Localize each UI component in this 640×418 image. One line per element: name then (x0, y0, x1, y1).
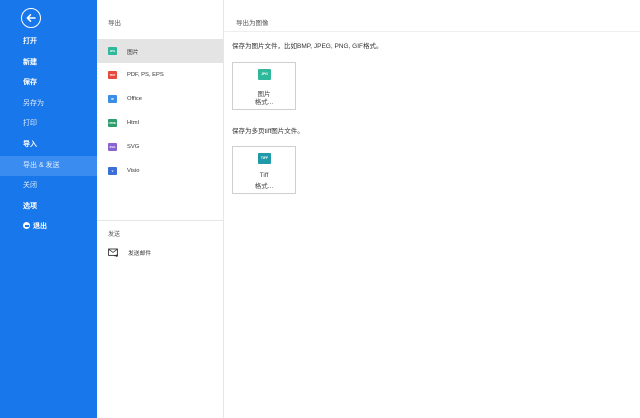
back-arrow-icon[interactable] (21, 8, 41, 28)
menu-item-new[interactable]: 新建 (0, 53, 97, 74)
menu-item-label: 导入 (23, 140, 37, 148)
export-item-image[interactable]: JPG 图片 (97, 39, 223, 63)
divider (224, 31, 640, 32)
export-item-label: Html (127, 120, 139, 126)
export-item-svg[interactable]: SVG SVG (97, 135, 223, 159)
export-item-html[interactable]: HTML Html (97, 111, 223, 135)
export-item-label: PDF, PS, EPS (127, 72, 164, 78)
visio-file-icon: V (108, 167, 117, 175)
card-subtitle: 格式... (254, 99, 274, 106)
menu-item-label: 保存 (23, 79, 37, 87)
menu-item-label: 新建 (23, 58, 37, 66)
export-image-heading: 导出为图像 (236, 20, 269, 27)
card-subtitle: 格式... (254, 183, 274, 190)
tiff-format-description: 保存为多页tiff图片文件。 (232, 128, 304, 135)
export-item-label: 图片 (127, 49, 139, 56)
export-item-label: SVG (127, 144, 140, 150)
export-item-label: Office (127, 96, 143, 102)
menu-item-export-send[interactable]: 导出 & 发送 (0, 155, 97, 177)
menu-item-label: 选项 (23, 202, 37, 210)
jpg-file-icon: JPG (258, 69, 271, 80)
menu-item-save[interactable]: 保存 (0, 73, 97, 94)
menu-item-label: 另存为 (23, 99, 44, 107)
divider (97, 220, 223, 221)
export-item-label: Visio (127, 168, 140, 174)
menu-item-print[interactable]: 打印 (0, 114, 97, 135)
export-format-list: JPG 图片 PDF PDF, PS, EPS W Office HTML Ht… (97, 39, 223, 183)
send-email-item[interactable]: 发送邮件 (108, 248, 152, 258)
export-options-panel: 导出 JPG 图片 PDF PDF, PS, EPS W Office HTML… (97, 0, 224, 418)
export-item-pdf[interactable]: PDF PDF, PS, EPS (97, 63, 223, 87)
image-format-button[interactable]: JPG 图片 格式... (232, 62, 296, 110)
card-title: Tiff (259, 172, 269, 179)
menu-item-save-as[interactable]: 另存为 (0, 94, 97, 115)
pdf-file-icon: PDF (108, 71, 117, 79)
menu-item-label: 关闭 (23, 182, 37, 190)
export-heading: 导出 (108, 20, 121, 27)
menu-item-label: 打印 (23, 120, 37, 128)
menu-item-label: 退出 (33, 223, 47, 231)
tiff-format-button[interactable]: TIFF Tiff 格式... (232, 146, 296, 194)
send-email-label: 发送邮件 (128, 251, 152, 257)
image-format-description: 保存为图片文件，比如BMP, JPEG, PNG, GIF格式。 (232, 43, 383, 50)
send-heading: 发送 (108, 232, 121, 238)
tiff-file-icon: TIFF (258, 153, 271, 164)
word-file-icon: W (108, 95, 117, 103)
mail-icon (108, 248, 119, 258)
menu-item-label: 导出 & 发送 (23, 161, 60, 169)
html-file-icon: HTML (108, 119, 117, 127)
svg-file-icon: SVG (108, 143, 117, 151)
export-item-visio[interactable]: V Visio (97, 159, 223, 183)
jpg-file-icon: JPG (108, 47, 117, 55)
file-menu: 打开 新建 保存 另存为 打印 导入 导出 & 发送 关闭 选项 退出 (0, 32, 97, 238)
exit-icon (23, 222, 30, 230)
menu-item-options[interactable]: 选项 (0, 197, 97, 218)
menu-item-label: 打开 (23, 38, 37, 45)
menu-item-exit[interactable]: 退出 (0, 217, 97, 238)
menu-item-open[interactable]: 打开 (0, 32, 97, 53)
menu-item-import[interactable]: 导入 (0, 135, 97, 156)
menu-item-close[interactable]: 关闭 (0, 176, 97, 197)
export-item-office[interactable]: W Office (97, 87, 223, 111)
sidebar: 打开 新建 保存 另存为 打印 导入 导出 & 发送 关闭 选项 退出 (0, 0, 97, 418)
